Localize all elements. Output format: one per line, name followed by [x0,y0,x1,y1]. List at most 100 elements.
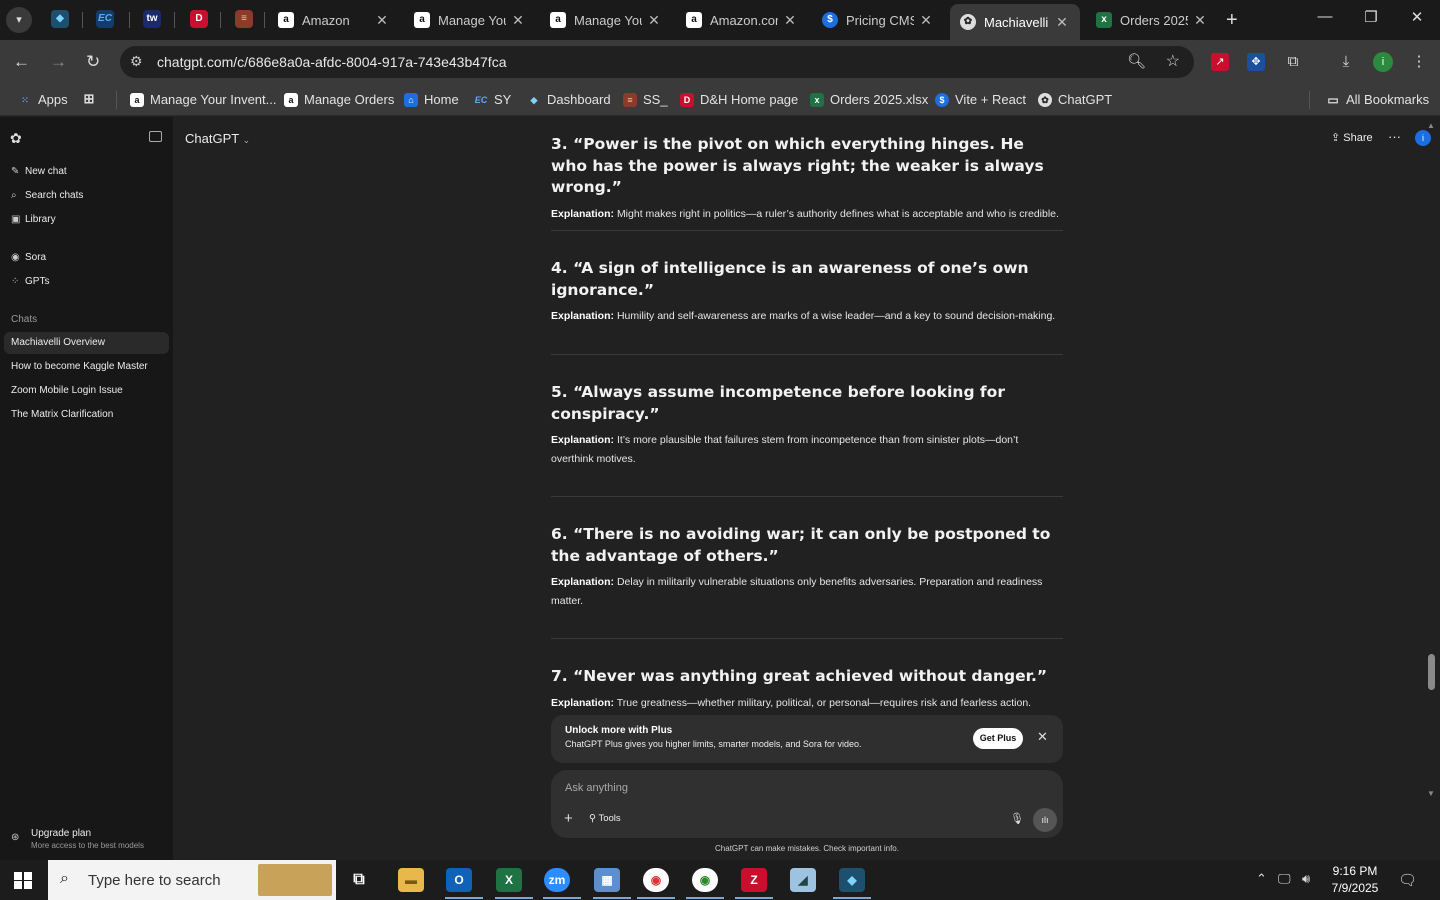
network-icon[interactable]: 🖵︎ [1278,871,1291,887]
bookmark-vite-react[interactable]: $ Vite + React [935,92,1026,107]
notes-app-icon[interactable]: ◢ [790,868,816,892]
chat-item-kaggle-master[interactable]: How to become Kaggle Master [4,356,169,378]
filezilla-icon[interactable]: Z [741,868,767,892]
browser-tab[interactable]: a Manage You ✕ [404,4,536,36]
url-text[interactable]: chatgpt.com/c/686e8a0a-afdc-8004-917a-74… [157,54,506,70]
sidebar-search-chats[interactable]: ⌕ Search chats [11,190,83,201]
taskbar-running-indicator [495,897,533,899]
chrome-profile-icon[interactable]: ◉ [692,868,718,892]
chatgpt-logo-icon[interactable]: ✿ [10,130,22,147]
bookmark-chatgpt[interactable]: ✿ ChatGPT [1038,92,1112,107]
file-explorer-icon[interactable]: ▬ [398,868,424,892]
bookmark-apps[interactable]: ⁙ Apps [18,92,67,107]
taskbar-search-placeholder[interactable]: Type here to search [88,872,221,889]
pinned-tab-ss-icon[interactable]: ≡ [235,10,253,28]
pinned-tab-tw-icon[interactable]: tw [143,10,161,28]
bookmark-ss[interactable]: ≡ SS_ [623,92,668,107]
new-tab-button[interactable]: + [1226,9,1238,32]
close-tab-icon[interactable]: ✕ [510,12,526,29]
system-clock[interactable]: 9:16 PM 7/9/2025 [1324,863,1386,897]
pinned-tab-blue-icon[interactable]: ◆ [51,10,69,28]
quote-heading: 5. “Always assume incompetence before lo… [551,383,1005,423]
pinned-tab-ec-icon[interactable]: EC [96,10,114,28]
notification-center-icon[interactable]: 🗨︎ [1398,871,1417,889]
excel-icon[interactable]: X [496,868,522,892]
chrome-icon[interactable]: ◉ [643,868,669,892]
message-input[interactable]: Ask anything [565,782,628,794]
microphone-icon[interactable]: 🎙︎ [1010,812,1024,825]
sidebar-toggle-icon[interactable] [149,131,162,142]
task-view-icon[interactable]: ⧉ [346,868,372,892]
close-tab-icon[interactable]: ✕ [1054,14,1070,31]
more-options-icon[interactable]: ··· [1388,129,1401,144]
amazon-icon: a [414,12,430,28]
taskbar-search[interactable]: ⌕ Type here to search [48,860,336,900]
pinned-tab-dh-icon[interactable]: D [190,10,208,28]
reload-icon[interactable]: ↻ [86,52,100,72]
restore-button[interactable]: ❐ [1348,8,1394,26]
volume-icon[interactable]: 🔊︎ [1302,871,1310,887]
close-tab-icon[interactable]: ✕ [918,12,934,29]
bookmark-star-icon[interactable]: ☆ [1166,51,1180,71]
bookmark-manage-orders[interactable]: a Manage Orders [284,92,394,107]
browser-tab[interactable]: a Manage You ✕ [540,4,672,36]
site-info-icon[interactable]: ⚙ [130,53,143,70]
chat-item-machiavelli-overview[interactable]: Machiavelli Overview [4,332,169,354]
browser-tab[interactable]: a Amazon ✕ [268,4,400,36]
sidebar-new-chat[interactable]: ✎ New chat [11,166,67,177]
browser-tab[interactable]: $ Pricing CMS ✕ [812,4,944,36]
share-button[interactable]: ⇪ Share [1331,131,1373,144]
chat-item-matrix-clarification[interactable]: The Matrix Clarification [4,404,169,426]
bookmark-manage-inventory[interactable]: a Manage Your Invent... [130,92,276,107]
attach-plus-icon[interactable]: + [564,810,573,827]
account-avatar[interactable]: i [1415,130,1431,146]
profile-avatar[interactable]: i [1373,52,1393,72]
close-tab-icon[interactable]: ✕ [374,12,390,29]
tab-title: Amazon [302,12,350,28]
bookmark-sy[interactable]: EC SY [474,92,512,107]
sidebar-gpts[interactable]: ⁘ GPTs [11,276,49,287]
extension-red-icon[interactable]: ↗ [1211,53,1229,71]
extensions-puzzle-icon[interactable]: ⧉ [1284,53,1302,71]
close-tab-icon[interactable]: ✕ [1192,12,1208,29]
dh-icon: D [680,92,694,107]
address-bar[interactable]: ⚙ chatgpt.com/c/686e8a0a-afdc-8004-917a-… [120,46,1194,78]
close-icon[interactable]: ✕ [1037,729,1048,745]
tab-search-button[interactable]: ▾ [6,7,32,33]
back-arrow-icon[interactable]: ← [13,52,30,72]
browser-tab[interactable]: x Orders 2025 ✕ [1086,4,1218,36]
sidebar-library[interactable]: ▣ Library [11,214,56,225]
all-bookmarks[interactable]: ▭ All Bookmarks [1326,92,1429,107]
outlook-icon[interactable]: O [446,868,472,892]
close-tab-icon[interactable]: ✕ [646,12,662,29]
bookmark-grid[interactable]: ⊞ [82,92,102,106]
bookmark-dashboard[interactable]: ◆ Dashboard [527,92,611,107]
zoom-icon[interactable]: 🔍︎ [1127,52,1146,70]
scroll-down-arrow[interactable]: ▼ [1427,789,1435,798]
scroll-up-arrow[interactable]: ▲ [1427,121,1435,130]
scrollbar-thumb[interactable] [1428,654,1435,690]
extension-blue-icon[interactable]: ✥ [1247,53,1265,71]
calculator-icon[interactable]: ▦ [594,868,620,892]
bookmark-dh-home[interactable]: D D&H Home page [680,92,798,107]
close-tab-icon[interactable]: ✕ [782,12,798,29]
show-hidden-icons-icon[interactable]: ⌃ [1256,871,1267,887]
browser-tab[interactable]: a Amazon.com✕ [676,4,808,36]
bookmark-home[interactable]: ⌂ Home [404,92,459,107]
minimize-button[interactable]: — [1302,8,1348,25]
desktop-app-icon[interactable]: ◆ [839,868,865,892]
bookmark-orders-xlsx[interactable]: x Orders 2025.xlsx [810,92,928,107]
voice-mode-icon[interactable]: ılı [1033,808,1057,832]
chat-item-zoom-login[interactable]: Zoom Mobile Login Issue [4,380,169,402]
download-icon[interactable]: ⤓ [1337,53,1355,71]
zoom-app-icon[interactable]: zm [544,868,570,892]
close-window-button[interactable]: ✕ [1394,8,1440,26]
browser-menu-icon[interactable]: ⋮ [1410,53,1428,71]
windows-start-icon[interactable] [14,872,32,889]
tools-button[interactable]: ⚲ Tools [589,813,621,824]
browser-tab[interactable]: ✿ Machiavelli ✕ [950,4,1080,40]
get-plus-button[interactable]: Get Plus [973,728,1023,749]
forward-arrow-icon[interactable]: → [50,52,67,72]
model-selector[interactable]: ChatGPT ⌄ [185,131,250,146]
sidebar-sora[interactable]: ◉ Sora [11,252,46,263]
